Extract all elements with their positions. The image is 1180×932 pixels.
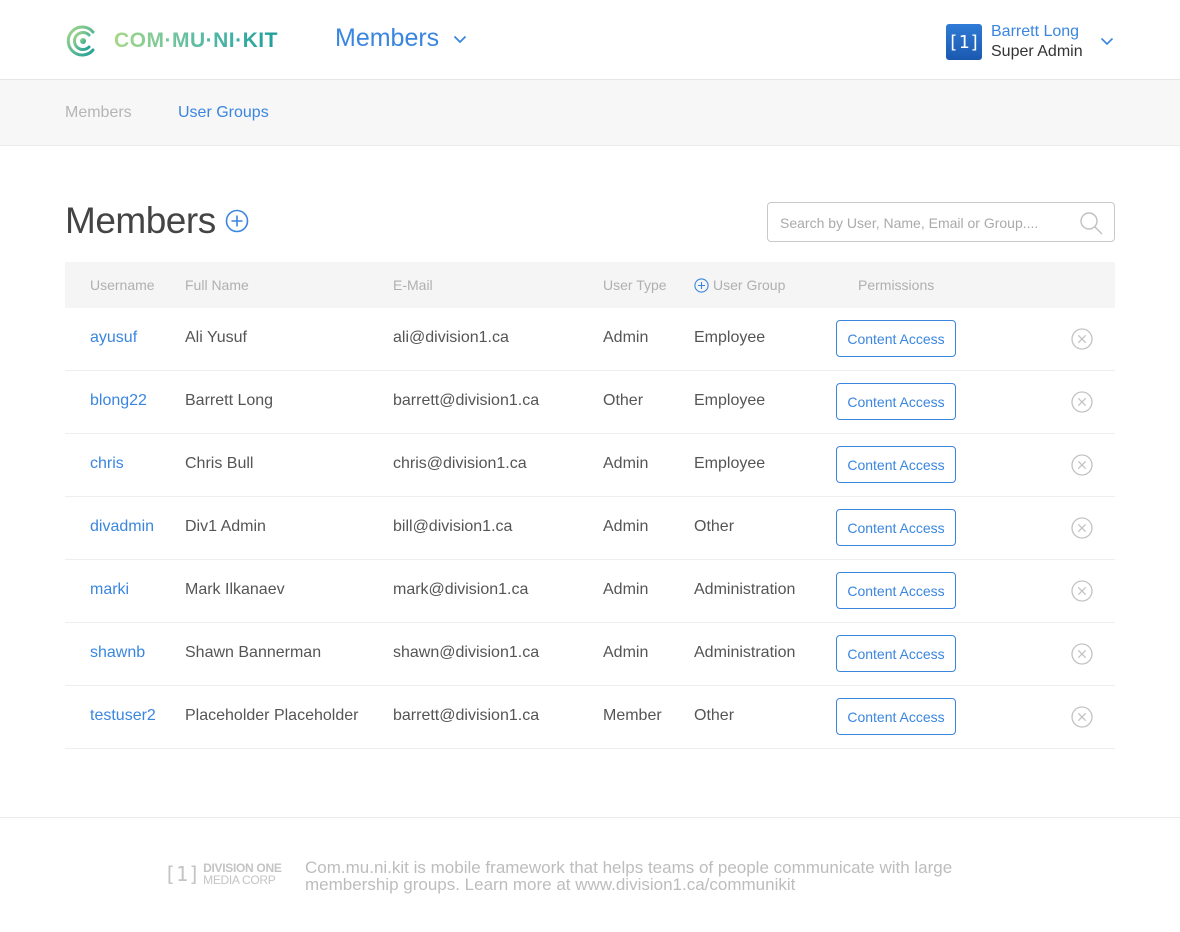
subnav-item-members[interactable]: Members — [65, 104, 132, 122]
content-access-button[interactable]: Content Access — [836, 320, 956, 357]
sub-navigation: Members User Groups — [0, 80, 1180, 146]
column-header-user-group: User Group — [694, 277, 785, 293]
full-name-cell: Ali Yusuf — [185, 329, 247, 346]
full-name-cell: Placeholder Placeholder — [185, 707, 359, 724]
column-header-user-type: User Type — [603, 277, 667, 293]
user-role: Super Admin — [991, 43, 1083, 60]
remove-member-icon[interactable] — [1071, 580, 1093, 602]
avatar: [1] — [946, 24, 982, 60]
user-group-cell: Other — [694, 707, 735, 724]
email-cell: chris@division1.ca — [393, 455, 527, 472]
column-header-email: E-Mail — [393, 277, 433, 293]
table-row: chris Chris Bull chris@division1.ca Admi… — [65, 434, 1115, 497]
page-footer: [1] DIVISION ONE MEDIA CORP Com.mu.ni.ki… — [0, 817, 1180, 932]
search-box — [767, 202, 1115, 242]
remove-member-icon[interactable] — [1071, 517, 1093, 539]
full-name-cell: Barrett Long — [185, 392, 274, 409]
username-link[interactable]: blong22 — [90, 392, 147, 410]
footer-logo-line2: MEDIA CORP — [203, 873, 276, 887]
remove-member-icon[interactable] — [1071, 706, 1093, 728]
username-link[interactable]: marki — [90, 581, 129, 599]
content-access-button[interactable]: Content Access — [836, 383, 956, 420]
content-access-button[interactable]: Content Access — [836, 698, 956, 735]
column-header-user-group-label: User Group — [713, 277, 786, 293]
subnav-item-user-groups[interactable]: User Groups — [178, 104, 269, 122]
table-header: Username Full Name E-Mail User Type User… — [65, 262, 1115, 308]
user-type-cell: Member — [603, 707, 662, 724]
column-header-permissions: Permissions — [858, 277, 935, 293]
user-group-cell: Administration — [694, 581, 796, 598]
email-cell: mark@division1.ca — [393, 581, 529, 598]
user-type-cell: Admin — [603, 581, 649, 598]
section-switcher[interactable]: Members — [335, 24, 467, 53]
full-name-cell: Chris Bull — [185, 455, 254, 472]
user-type-cell: Admin — [603, 455, 649, 472]
full-name-cell: Div1 Admin — [185, 518, 266, 535]
top-header: COM·MU·NI·KIT Members [1] Barrett Long S… — [0, 0, 1180, 80]
footer-description: Com.mu.ni.kit is mobile framework that h… — [305, 858, 953, 894]
column-header-username: Username — [90, 277, 155, 293]
user-type-cell: Admin — [603, 518, 649, 535]
division-one-logo-icon: [1] — [164, 862, 201, 886]
email-cell: bill@division1.ca — [393, 518, 513, 535]
username-link[interactable]: testuser2 — [90, 707, 156, 725]
user-group-cell: Administration — [694, 644, 796, 661]
email-cell: barrett@division1.ca — [393, 707, 540, 724]
brand-name: COM·MU·NI·KIT — [114, 29, 278, 52]
email-cell: barrett@division1.ca — [393, 392, 540, 409]
remove-member-icon[interactable] — [1071, 391, 1093, 413]
user-type-cell: Other — [603, 392, 644, 409]
user-group-cell: Employee — [694, 392, 766, 409]
table-row: blong22 Barrett Long barrett@division1.c… — [65, 371, 1115, 434]
user-type-cell: Admin — [603, 644, 649, 661]
content-access-button[interactable]: Content Access — [836, 572, 956, 609]
full-name-cell: Shawn Bannerman — [185, 644, 322, 661]
column-header-full-name: Full Name — [185, 277, 249, 293]
content-access-button[interactable]: Content Access — [836, 509, 956, 546]
table-body: ayusuf Ali Yusuf ali@division1.ca Admin … — [65, 308, 1115, 749]
remove-member-icon[interactable] — [1071, 643, 1093, 665]
full-name-cell: Mark Ilkanaev — [185, 581, 285, 598]
username-link[interactable]: divadmin — [90, 518, 154, 536]
members-table: Username Full Name E-Mail User Type User… — [65, 262, 1115, 749]
email-cell: ali@division1.ca — [393, 329, 509, 346]
search-input[interactable] — [780, 212, 1070, 234]
page-heading: Members — [65, 200, 249, 242]
user-info: Barrett Long Super Admin — [991, 22, 1083, 62]
user-group-cell: Other — [694, 518, 735, 535]
remove-member-icon[interactable] — [1071, 454, 1093, 476]
table-row: testuser2 Placeholder Placeholder barret… — [65, 686, 1115, 749]
brand-logo[interactable]: COM·MU·NI·KIT — [66, 24, 278, 58]
table-row: shawnb Shawn Bannerman shawn@division1.c… — [65, 623, 1115, 686]
add-user-group-icon[interactable] — [694, 277, 709, 293]
chevron-down-icon[interactable] — [1100, 34, 1114, 48]
remove-member-icon[interactable] — [1071, 328, 1093, 350]
division-one-logo[interactable]: [1] DIVISION ONE MEDIA CORP — [164, 862, 282, 886]
username-link[interactable]: ayusuf — [90, 329, 137, 347]
user-group-cell: Employee — [694, 329, 766, 346]
section-title: Members — [335, 24, 440, 52]
content-access-button[interactable]: Content Access — [836, 446, 956, 483]
table-row: divadmin Div1 Admin bill@division1.ca Ad… — [65, 497, 1115, 560]
division-one-logo-text: DIVISION ONE MEDIA CORP — [203, 862, 282, 887]
communikit-logo-icon — [66, 25, 95, 57]
page-title: Members — [65, 200, 216, 241]
table-row: marki Mark Ilkanaev mark@division1.ca Ad… — [65, 560, 1115, 623]
add-member-icon[interactable] — [225, 209, 249, 233]
username-link[interactable]: chris — [90, 455, 124, 473]
username-link[interactable]: shawnb — [90, 644, 145, 662]
content-access-button[interactable]: Content Access — [836, 635, 956, 672]
user-name: Barrett Long — [991, 23, 1080, 40]
chevron-down-icon — [454, 35, 467, 43]
user-group-cell: Employee — [694, 455, 766, 472]
email-cell: shawn@division1.ca — [393, 644, 540, 661]
table-row: ayusuf Ali Yusuf ali@division1.ca Admin … — [65, 308, 1115, 371]
user-menu[interactable]: [1] Barrett Long Super Admin — [946, 22, 1114, 62]
user-type-cell: Admin — [603, 329, 649, 346]
search-icon[interactable] — [1078, 210, 1104, 236]
